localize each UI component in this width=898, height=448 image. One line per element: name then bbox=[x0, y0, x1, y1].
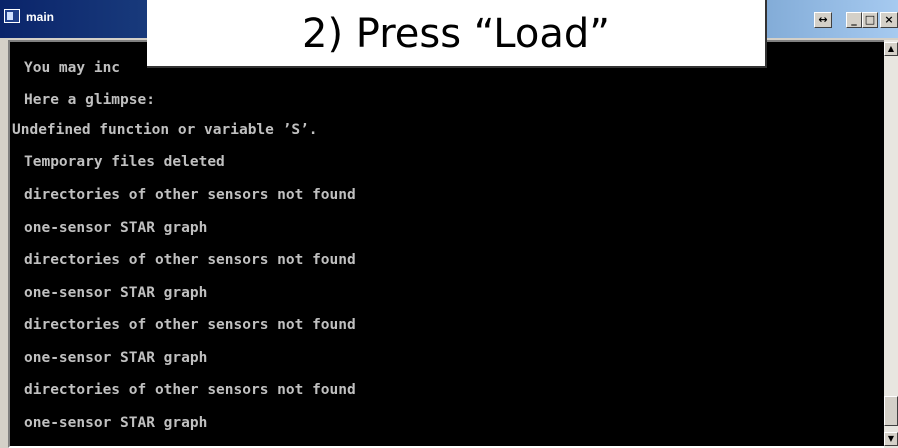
console-line: one-sensor STAR graph bbox=[24, 285, 208, 301]
console-line: You may inc bbox=[24, 60, 121, 76]
console-window: main ↔ _ □ × You may inc Here a glimpse:… bbox=[0, 0, 898, 448]
console-output[interactable]: You may inc Here a glimpse: Undefined fu… bbox=[10, 42, 884, 446]
close-button[interactable]: × bbox=[880, 12, 898, 28]
console-line: directories of other sensors not found bbox=[24, 187, 356, 203]
console-line: one-sensor STAR graph bbox=[24, 350, 208, 366]
console-line: Undefined function or variable ’S’. bbox=[12, 122, 318, 138]
console-line: Temporary files deleted bbox=[24, 154, 225, 170]
console-line: directories of other sensors not found bbox=[24, 382, 356, 398]
instruction-callout: 2) Press “Load” bbox=[147, 0, 767, 68]
console-line: directories of other sensors not found bbox=[24, 252, 356, 268]
console-line: one-sensor STAR graph bbox=[24, 415, 208, 431]
console-line: directories of other sensors not found bbox=[24, 317, 356, 333]
window-icon[interactable] bbox=[4, 9, 20, 23]
console-line: Here a glimpse: bbox=[24, 92, 155, 108]
resize-button[interactable]: ↔ bbox=[814, 12, 832, 28]
vertical-scrollbar[interactable]: ▲ ▼ bbox=[884, 40, 898, 448]
minimize-button[interactable]: _ bbox=[846, 12, 862, 28]
window-title: main bbox=[26, 10, 55, 24]
console-line: one-sensor STAR graph bbox=[24, 220, 208, 236]
scroll-up-icon[interactable]: ▲ bbox=[884, 42, 898, 56]
scroll-thumb[interactable] bbox=[884, 396, 898, 426]
scroll-down-icon[interactable]: ▼ bbox=[884, 432, 898, 446]
maximize-button[interactable]: □ bbox=[862, 12, 878, 28]
